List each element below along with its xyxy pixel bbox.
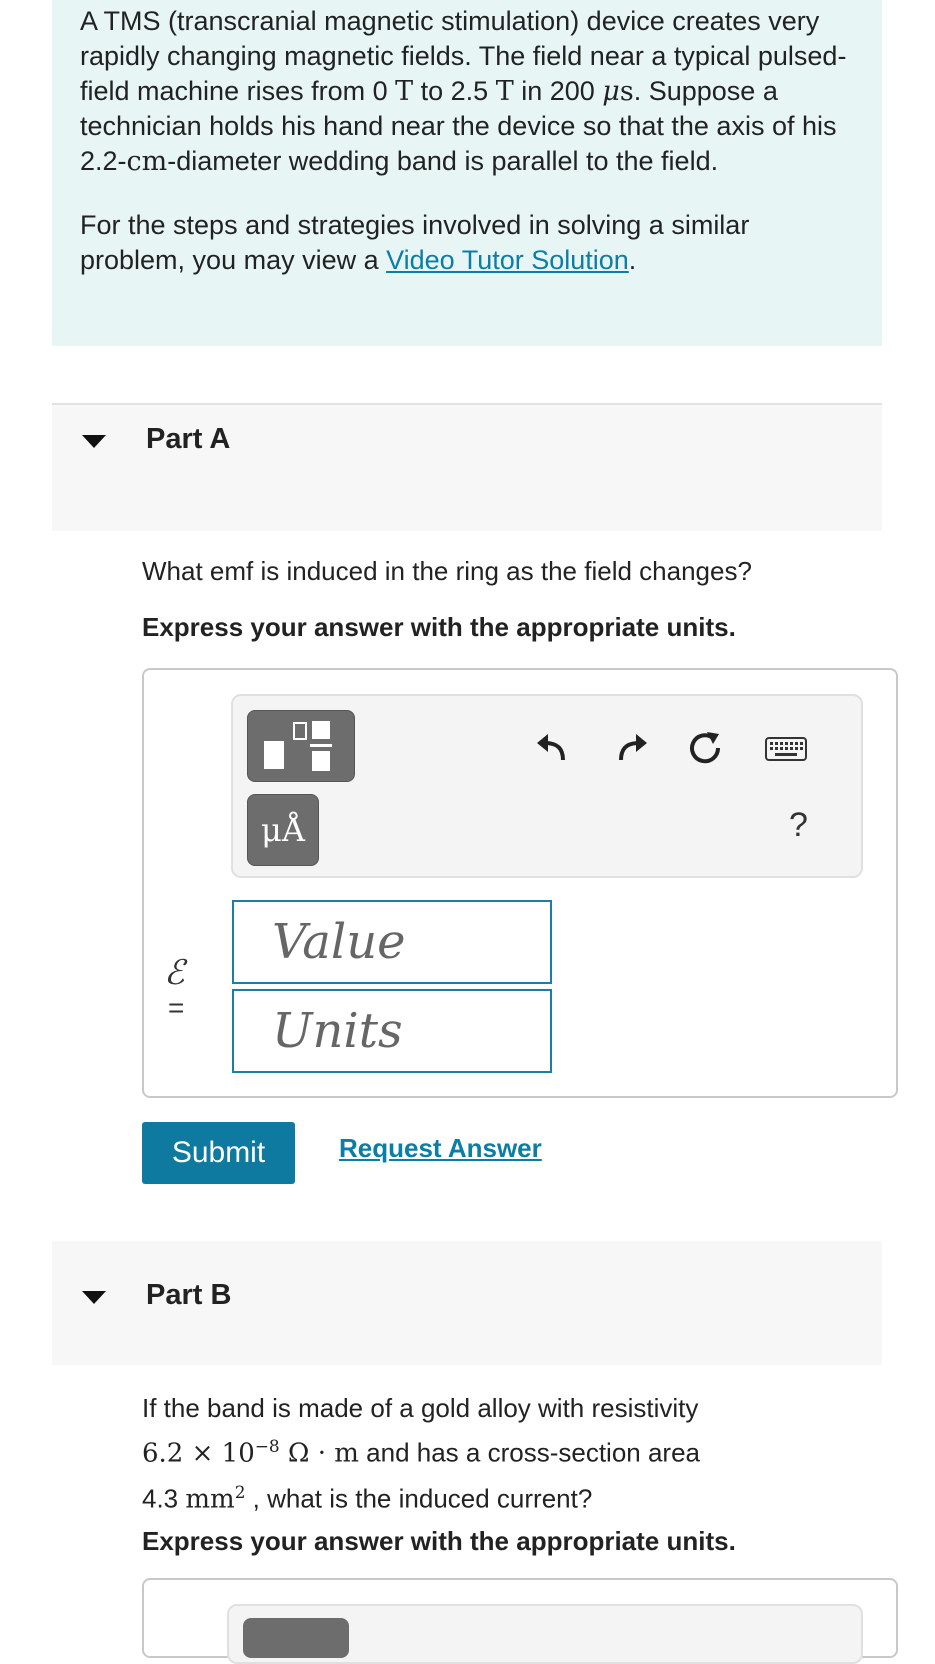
help-button[interactable]: ? <box>789 806 808 845</box>
part-b-header[interactable]: Part B <box>52 1241 882 1365</box>
video-tutor-note: For the steps and strategies involved in… <box>80 210 750 275</box>
templates-button[interactable] <box>247 710 355 782</box>
collapse-caret-icon[interactable] <box>82 435 106 448</box>
video-tutor-link[interactable]: Video Tutor Solution <box>386 245 629 275</box>
value-input[interactable]: Value <box>232 900 552 984</box>
redo-icon[interactable] <box>611 728 651 768</box>
submit-button[interactable]: Submit <box>142 1122 295 1184</box>
part-a-question: What emf is induced in the ring as the f… <box>142 556 752 586</box>
collapse-caret-icon[interactable] <box>82 1291 106 1304</box>
problem-statement: A TMS (transcranial magnetic stimulation… <box>80 6 847 177</box>
fraction-template-icon <box>264 721 332 771</box>
undo-icon[interactable] <box>533 728 573 768</box>
units-input[interactable]: Units <box>232 989 552 1073</box>
part-b-answer-box <box>142 1578 898 1664</box>
reset-icon[interactable] <box>685 728 725 768</box>
part-a-instruction: Express your answer with the appropriate… <box>142 612 736 642</box>
math-toolbar: μÅ ? <box>231 694 863 878</box>
templates-button[interactable] <box>243 1618 349 1658</box>
part-b-question: If the band is made of a gold alloy with… <box>142 1393 701 1515</box>
equals-sign: = <box>168 992 185 1023</box>
emf-symbol: ℰ <box>164 953 185 993</box>
request-answer-link[interactable]: Request Answer <box>339 1133 542 1164</box>
part-a-header[interactable]: Part A <box>52 403 882 531</box>
problem-intro: A TMS (transcranial magnetic stimulation… <box>52 0 882 346</box>
math-toolbar <box>227 1604 863 1664</box>
keyboard-icon[interactable] <box>763 728 809 768</box>
part-b-title: Part B <box>146 1279 232 1311</box>
part-b-instruction: Express your answer with the appropriate… <box>142 1526 736 1556</box>
part-a-answer-box: μÅ ? ℰ = Value Units <box>142 668 898 1098</box>
units-button[interactable]: μÅ <box>247 794 319 866</box>
part-a-title: Part A <box>146 423 231 455</box>
